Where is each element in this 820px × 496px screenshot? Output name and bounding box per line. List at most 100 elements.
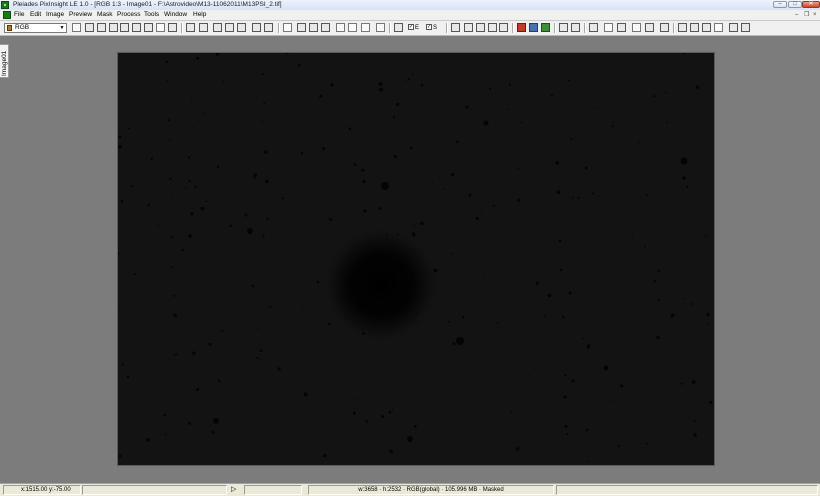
star-speck	[171, 236, 174, 239]
menu-help[interactable]: Help	[193, 11, 206, 19]
star-speck	[695, 85, 700, 89]
menu-image[interactable]: Image	[46, 11, 64, 19]
toggle-e-checkbox[interactable]: ✓	[408, 24, 414, 30]
star-speck	[222, 81, 225, 83]
menu-process[interactable]: Process	[117, 11, 140, 19]
star-speck	[121, 363, 125, 366]
crop-icon[interactable]	[132, 23, 141, 32]
star-speck	[323, 454, 327, 458]
graph-icon[interactable]	[571, 23, 580, 32]
star-speck	[218, 379, 221, 383]
menu-file[interactable]: File	[14, 11, 24, 19]
mdi-restore-button[interactable]: ❐	[804, 11, 809, 19]
star-speck	[488, 87, 491, 90]
pan-icon[interactable]	[109, 23, 118, 32]
chart-icon[interactable]	[499, 23, 508, 32]
fit-icon[interactable]	[168, 23, 177, 32]
process-icon[interactable]	[632, 23, 641, 32]
undo-icon[interactable]	[297, 23, 306, 32]
histogram-red-icon[interactable]	[517, 23, 526, 32]
dialog-icon[interactable]	[714, 23, 723, 32]
channel-select[interactable]: RGB ▼	[4, 23, 67, 33]
preview-icon[interactable]	[186, 23, 195, 32]
new-preview-icon[interactable]	[199, 23, 208, 32]
star-speck	[651, 161, 653, 163]
zoom-in-icon[interactable]	[85, 23, 94, 32]
star-speck	[173, 313, 177, 318]
star-speck	[632, 234, 634, 236]
star-speck	[456, 140, 459, 144]
menu-preview[interactable]: Preview	[69, 11, 92, 19]
mask-invert-icon[interactable]	[376, 23, 385, 32]
screen-icon[interactable]	[729, 23, 738, 32]
list-icon[interactable]	[678, 23, 687, 32]
mask-view-icon[interactable]	[361, 23, 370, 32]
mask-icon[interactable]	[348, 23, 357, 32]
clone-icon[interactable]	[336, 23, 345, 32]
zoom-out-icon[interactable]	[97, 23, 106, 32]
star-speck	[481, 210, 483, 212]
image-view[interactable]	[118, 53, 714, 465]
star-speck	[266, 217, 269, 220]
star-speck	[328, 322, 331, 326]
menu-mask[interactable]: Mask	[97, 11, 113, 19]
print-icon[interactable]	[144, 23, 153, 32]
layout-icon[interactable]	[660, 23, 669, 32]
star-speck	[550, 94, 554, 97]
grid-icon[interactable]	[589, 23, 598, 32]
mdi-close-button[interactable]: ×	[813, 11, 817, 19]
flip-icon[interactable]	[488, 23, 497, 32]
readout-icon[interactable]	[72, 23, 81, 32]
minimize-button[interactable]: –	[773, 1, 787, 8]
star-icon[interactable]	[394, 23, 403, 32]
menu-edit[interactable]: Edit	[30, 11, 41, 19]
info-icon[interactable]	[645, 23, 654, 32]
star-speck	[362, 332, 366, 335]
center-icon[interactable]	[120, 23, 129, 32]
bars-icon[interactable]	[702, 23, 711, 32]
history-icon[interactable]	[321, 23, 330, 32]
chevron-down-icon[interactable]: ▼	[59, 24, 65, 32]
maximize-button[interactable]: □	[788, 1, 802, 8]
console-icon[interactable]	[617, 23, 626, 32]
monitor-icon[interactable]	[741, 23, 750, 32]
star-speck	[247, 228, 253, 234]
zoom-window-icon[interactable]	[237, 23, 246, 32]
zoom-fit-icon[interactable]	[225, 23, 234, 32]
measure-icon[interactable]	[604, 23, 613, 32]
mdi-minimize-button[interactable]: –	[795, 11, 798, 19]
new-icon[interactable]	[156, 23, 165, 32]
toggle-s-checkbox[interactable]: ✓	[426, 24, 432, 30]
curves-icon[interactable]	[451, 23, 460, 32]
histogram-rgb-icon[interactable]	[529, 23, 538, 32]
rotate-icon[interactable]	[464, 23, 473, 32]
star-speck	[391, 409, 394, 411]
redo-icon[interactable]	[309, 23, 318, 32]
star-speck	[457, 428, 459, 430]
zoom-1-1-icon[interactable]	[213, 23, 222, 32]
statistics-icon[interactable]	[559, 23, 568, 32]
close-button[interactable]: ✕	[802, 1, 820, 8]
table-icon[interactable]	[690, 23, 699, 32]
star-speck	[556, 190, 561, 194]
copy-icon[interactable]	[283, 23, 292, 32]
zoom-full-icon[interactable]	[252, 23, 261, 32]
star-speck	[229, 224, 232, 227]
star-speck	[611, 125, 614, 128]
app-logo-icon[interactable]	[1, 1, 9, 9]
fullscreen-icon[interactable]	[264, 23, 273, 32]
star-speck	[612, 121, 614, 124]
star-speck	[300, 151, 304, 155]
navigate-arrow-icon[interactable]: ▷	[231, 486, 236, 494]
histogram-green-icon[interactable]	[541, 23, 550, 32]
resample-icon[interactable]	[476, 23, 485, 32]
star-speck	[483, 120, 489, 126]
star-speck	[570, 138, 573, 140]
document-icon[interactable]	[3, 11, 11, 19]
menu-window[interactable]: Window	[164, 11, 187, 19]
star-speck	[166, 80, 169, 82]
star-speck	[544, 315, 547, 318]
star-speck	[202, 112, 205, 115]
image-side-tab[interactable]: Image01	[0, 44, 9, 78]
menu-tools[interactable]: Tools	[144, 11, 159, 19]
